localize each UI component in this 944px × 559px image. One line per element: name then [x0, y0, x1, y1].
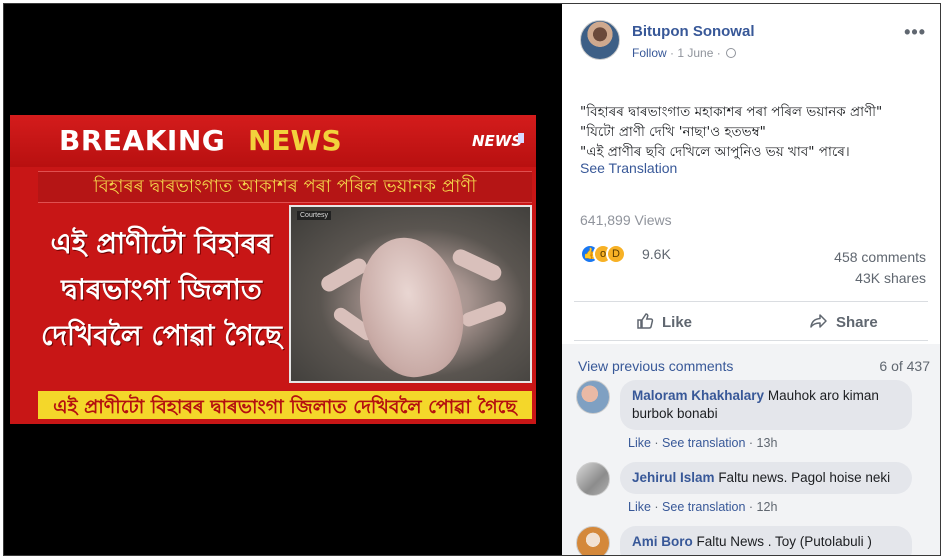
thumbs-up-icon: [636, 312, 654, 334]
shares-count[interactable]: 43K shares: [855, 270, 926, 286]
breaking-news-header: BREAKING NEWS NEWS: [10, 115, 536, 167]
post-date[interactable]: 1 June: [677, 46, 713, 60]
comment-bubble: Ami Boro Faltu News . Toy (Putolabuli ): [620, 526, 912, 555]
post-text-line: "যিটো প্ৰাণী দেখি 'নাছা'ও হতভম্ব": [580, 124, 766, 140]
share-label: Share: [836, 314, 878, 331]
comment-text: Mauhok aro kiman: [767, 388, 879, 403]
commenter-avatar[interactable]: [576, 462, 610, 496]
commenter-avatar[interactable]: [576, 526, 610, 555]
screenshot-frame: BREAKING NEWS NEWS বিহাৰৰ দ্বাৰভাংগাত আক…: [3, 3, 941, 556]
comment-time[interactable]: 13h: [757, 436, 778, 450]
comment-time[interactable]: 12h: [757, 500, 778, 514]
reaction-count: 9.6K: [642, 246, 671, 262]
post-panel: Bitupon Sonowal Follow · 1 June · ••• "ব…: [562, 4, 940, 555]
video-player[interactable]: BREAKING NEWS NEWS বিহাৰৰ দ্বাৰভাংগাত আক…: [4, 4, 562, 555]
commenter-name[interactable]: Maloram Khakhalary: [632, 388, 764, 403]
like-label: Like: [662, 314, 693, 331]
comment-actions: Like · See translation · 12h: [628, 500, 778, 514]
meta-dot: ·: [716, 46, 725, 60]
comment-bubble: Jehirul Islam Faltu news. Pagol hoise ne…: [620, 462, 912, 494]
comments-section: View previous comments 6 of 437 Maloram …: [562, 344, 940, 555]
courtesy-tag: Courtesy: [297, 211, 332, 220]
like-button[interactable]: Like: [636, 312, 692, 334]
comment-like-link[interactable]: Like: [628, 500, 651, 514]
comment-like-link[interactable]: Like: [628, 436, 651, 450]
globe-icon: [726, 48, 737, 58]
video-body-line: এই প্ৰাণীটো বিহাৰৰ: [50, 227, 273, 260]
more-options-icon[interactable]: •••: [904, 22, 926, 43]
author-name[interactable]: Bitupon Sonowal: [632, 23, 754, 40]
news-ticker: এই প্ৰাণীটো বিহাৰৰ দ্বাৰভাংগা জিলাত দেখি…: [36, 389, 534, 421]
post-meta: Follow · 1 June ·: [632, 46, 737, 60]
video-body-line: দ্বাৰভাংগা জিলাত: [61, 273, 262, 306]
divider: [574, 301, 928, 302]
divider: [574, 340, 928, 341]
share-arrow-icon: [810, 312, 828, 334]
commenter-avatar[interactable]: [576, 380, 610, 414]
comment-text: burbok bonabi: [632, 406, 718, 421]
follow-link[interactable]: Follow: [632, 46, 667, 60]
comment-see-translation-link[interactable]: See translation: [662, 500, 745, 514]
commenter-name[interactable]: Jehirul Islam: [632, 470, 715, 485]
commenter-name[interactable]: Ami Boro: [632, 534, 693, 549]
creature-photo: Courtesy: [289, 205, 532, 383]
haha-reaction-icon: D: [606, 244, 626, 264]
channel-logo: NEWS: [472, 129, 524, 153]
video-thumbnail[interactable]: BREAKING NEWS NEWS বিহাৰৰ দ্বাৰভাংগাত আক…: [10, 115, 536, 424]
breaking-label: BREAKING: [59, 124, 226, 157]
view-count: 641,899 Views: [580, 212, 672, 228]
comment-text: Faltu news. Pagol hoise neki: [718, 470, 891, 485]
creature-limb: [450, 246, 504, 284]
post-text-line: "এই প্ৰাণীৰ ছবি দেখিলে আপুনিও ভয় খাব" প…: [580, 144, 850, 160]
comment-item: Jehirul Islam Faltu news. Pagol hoise ne…: [576, 462, 916, 526]
post-text-line: "বিহাৰৰ দ্বাৰভাংগাত মহাকাশৰ পৰা পৰিল ভয়…: [580, 104, 883, 120]
news-label: NEWS: [248, 124, 342, 157]
creature-limb: [459, 299, 509, 329]
video-body-line: দেখিবলৈ পোৱা গৈছে: [40, 319, 283, 352]
comment-text: Faltu News . Toy (Putolabuli ): [696, 534, 872, 549]
comment-actions: Like · See translation · 13h: [628, 436, 778, 450]
sub-banner: বিহাৰৰ দ্বাৰভাংগাত আকাশৰ পৰা পৰিল ভয়ানক…: [38, 171, 532, 203]
comment-item: Maloram Khakhalary Mauhok aro kiman burb…: [576, 380, 916, 460]
comment-item: Ami Boro Faltu News . Toy (Putolabuli ): [576, 526, 916, 555]
comments-count[interactable]: 458 comments: [834, 249, 926, 265]
see-translation-link[interactable]: See Translation: [580, 160, 677, 176]
comments-page-count: 6 of 437: [879, 358, 930, 374]
comment-bubble: Maloram Khakhalary Mauhok aro kiman burb…: [620, 380, 912, 430]
video-body-text: এই প্ৰাণীটো বিহাৰৰ দ্বাৰভাংগা জিলাত দেখি…: [34, 221, 289, 359]
post-text: "বিহাৰৰ দ্বাৰভাংগাত মহাকাশৰ পৰা পৰিল ভয়…: [580, 102, 930, 162]
view-previous-comments-link[interactable]: View previous comments: [578, 358, 733, 374]
comment-see-translation-link[interactable]: See translation: [662, 436, 745, 450]
share-button[interactable]: Share: [810, 312, 878, 334]
author-avatar[interactable]: [580, 20, 620, 60]
